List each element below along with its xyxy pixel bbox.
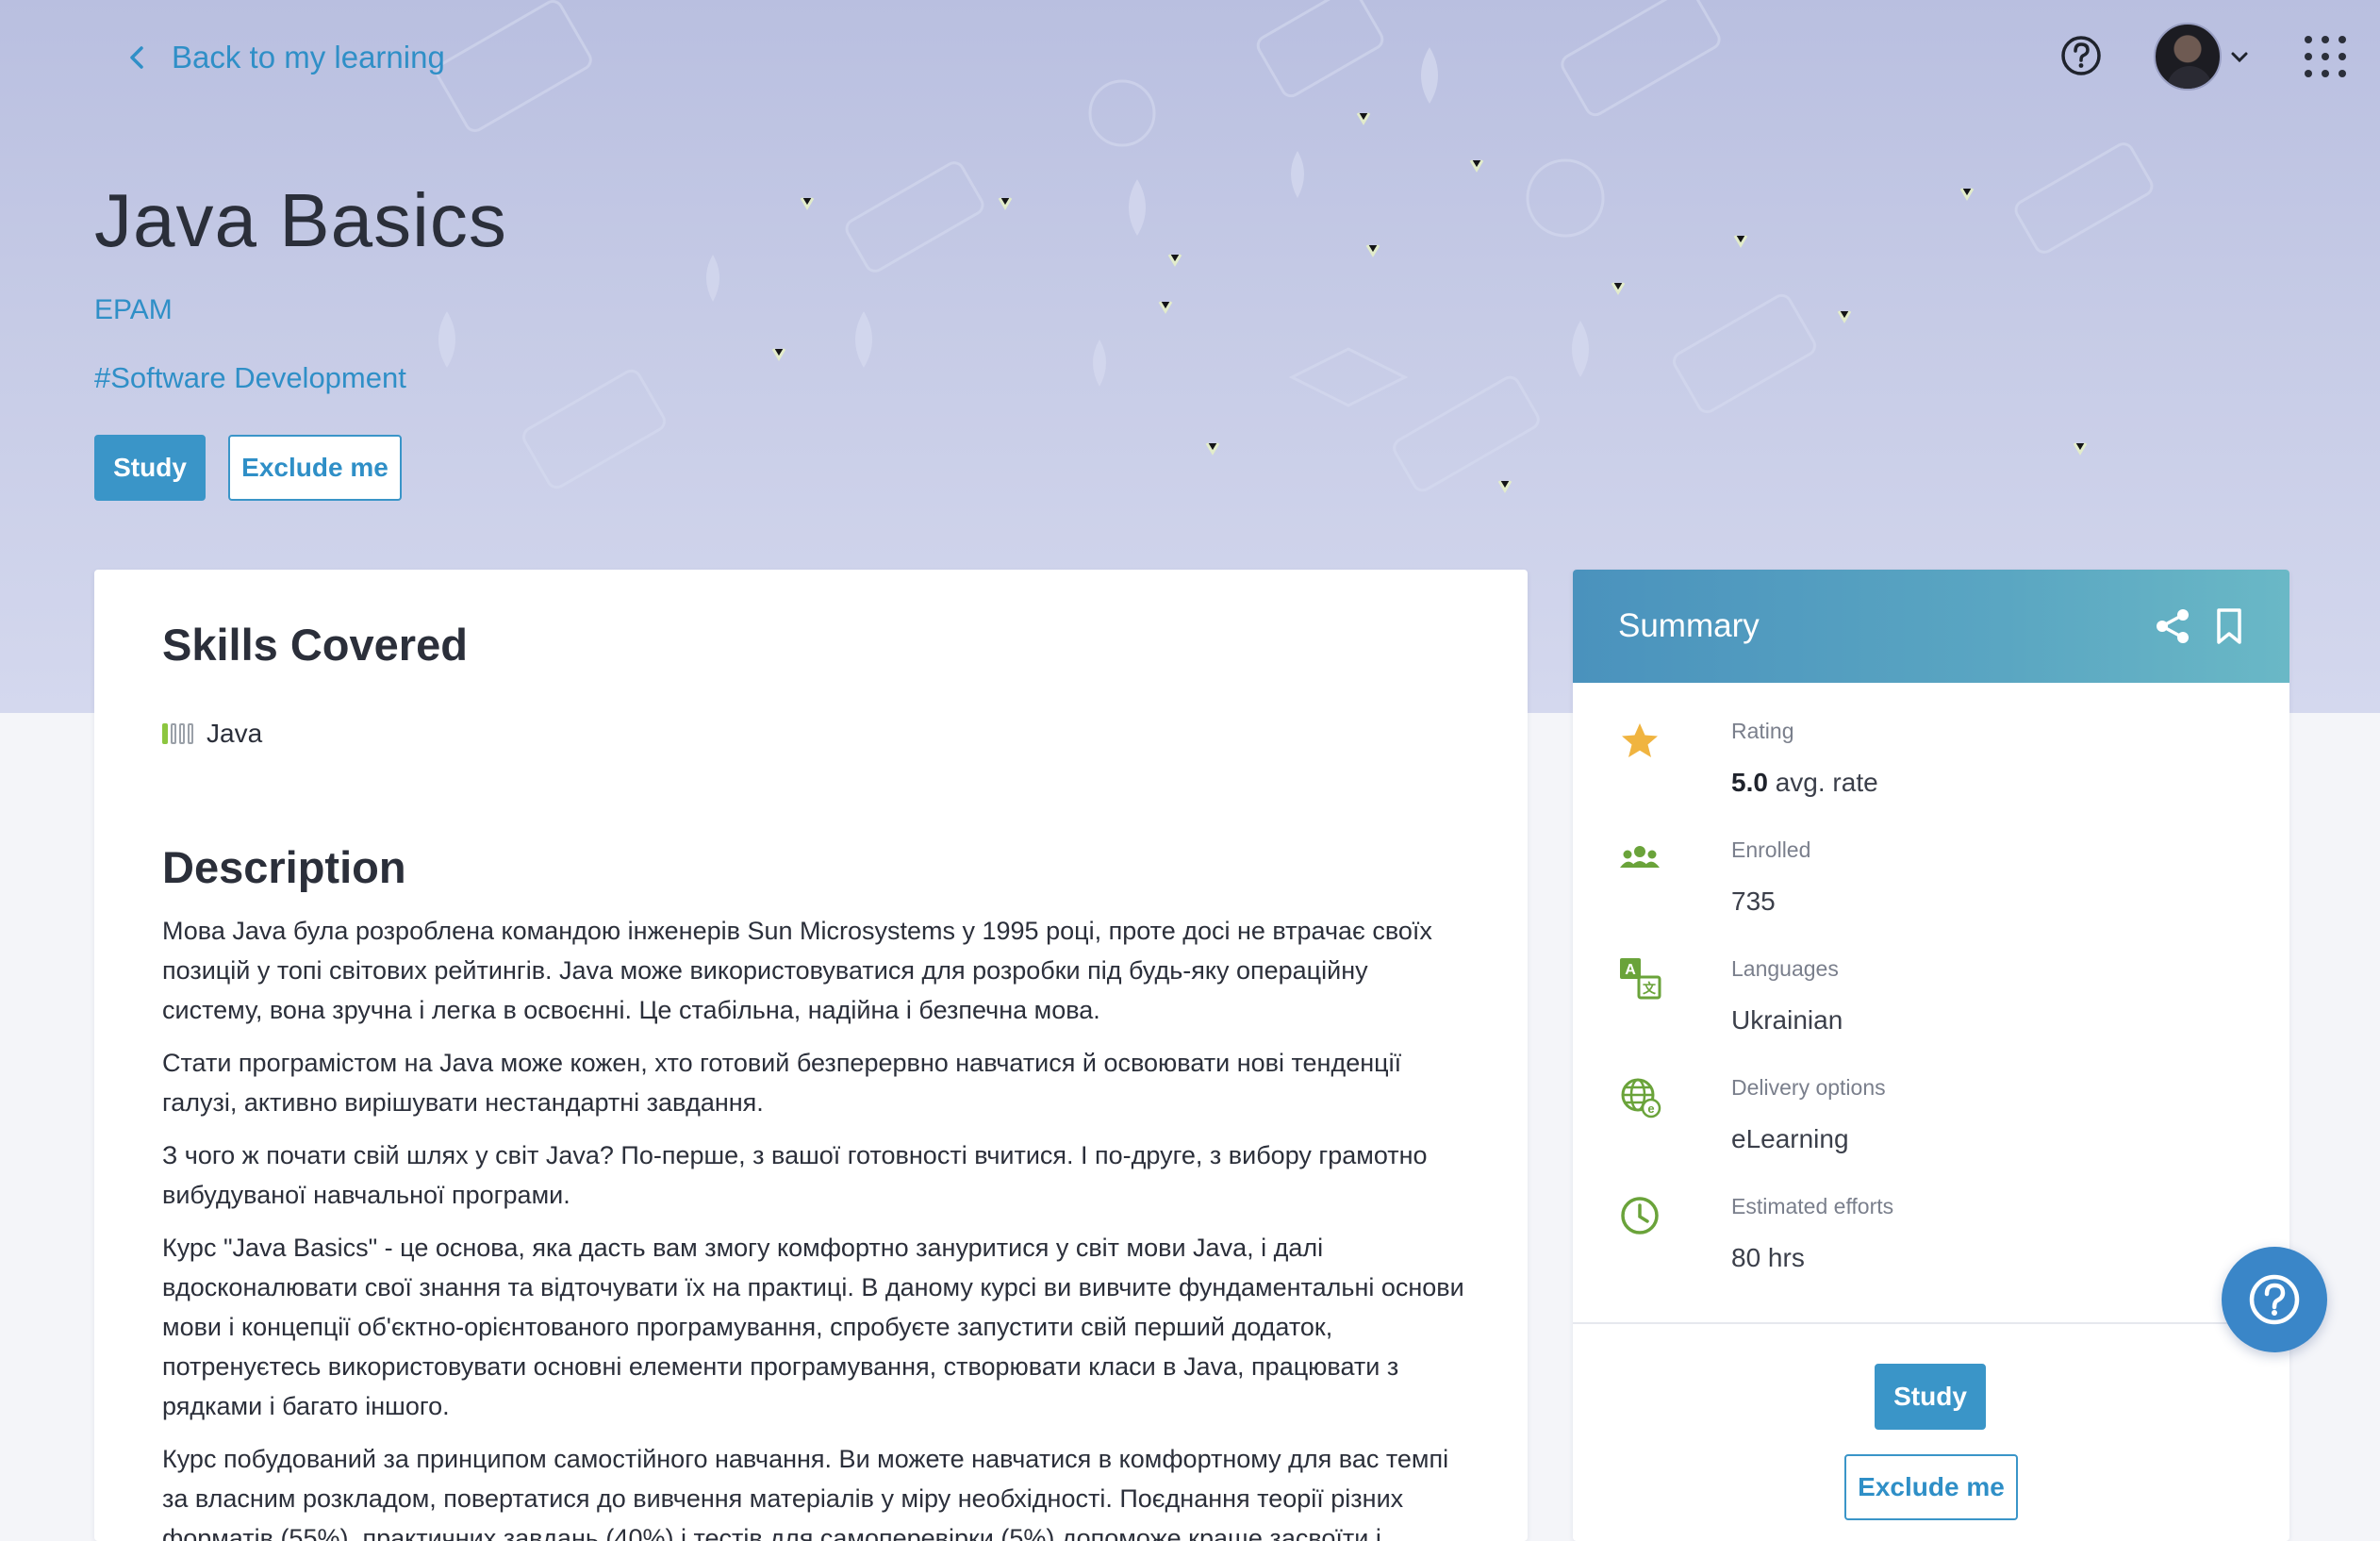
summary-delivery: e Delivery options eLearning bbox=[1618, 1075, 2240, 1179]
delivery-value: eLearning bbox=[1731, 1124, 1849, 1153]
description-paragraph: Мова Java була розроблена командою інжен… bbox=[162, 917, 1432, 1024]
summary-divider bbox=[1573, 1322, 2289, 1324]
clock-icon bbox=[1621, 1197, 1659, 1234]
skill-name: Java bbox=[207, 719, 263, 748]
delivery-label: Delivery options bbox=[1731, 1075, 1886, 1100]
course-title: Java Basics bbox=[94, 178, 507, 262]
summary-exclude-me-button[interactable]: Exclude me bbox=[1844, 1454, 2018, 1520]
help-question-icon[interactable] bbox=[2059, 34, 2103, 77]
summary-efforts: Estimated efforts 80 hrs bbox=[1618, 1194, 2240, 1298]
rating-suffix: avg. rate bbox=[1775, 768, 1878, 797]
help-chat-button[interactable] bbox=[2222, 1247, 2327, 1352]
description-body: Мова Java була розроблена командою інжен… bbox=[162, 911, 1473, 1541]
description-heading: Description bbox=[162, 842, 406, 892]
description-paragraph: Стати програмістом на Java може кожен, х… bbox=[162, 1049, 1402, 1117]
question-circle-icon bbox=[2249, 1274, 2300, 1325]
skill-item: Java bbox=[162, 719, 262, 749]
share-icon[interactable] bbox=[2154, 607, 2191, 645]
apps-grid-icon[interactable] bbox=[2305, 36, 2346, 77]
skill-level-indicator bbox=[162, 723, 193, 744]
course-details-card: Skills Covered Java Description Мова Jav… bbox=[94, 570, 1528, 1541]
chevron-down-icon bbox=[2231, 52, 2248, 63]
user-menu[interactable] bbox=[2154, 23, 2250, 91]
back-to-my-learning-link[interactable]: Back to my learning bbox=[124, 34, 445, 81]
summary-languages: A 文 Languages Ukrainian bbox=[1618, 956, 2240, 1060]
avatar bbox=[2154, 23, 2222, 91]
star-icon bbox=[1622, 723, 1658, 757]
efforts-value: 80 hrs bbox=[1731, 1243, 1805, 1272]
people-icon bbox=[1620, 846, 1660, 868]
enrolled-label: Enrolled bbox=[1731, 837, 1811, 862]
summary-title: Summary bbox=[1618, 607, 1760, 644]
bookmark-icon[interactable] bbox=[2214, 607, 2244, 645]
course-tag-link[interactable]: #Software Development bbox=[94, 361, 406, 395]
efforts-label: Estimated efforts bbox=[1731, 1194, 1894, 1218]
skills-covered-heading: Skills Covered bbox=[162, 620, 468, 670]
globe-icon: e bbox=[1621, 1078, 1661, 1118]
svg-text:文: 文 bbox=[1643, 981, 1657, 996]
languages-label: Languages bbox=[1731, 956, 1839, 981]
back-link-label: Back to my learning bbox=[172, 40, 445, 75]
summary-study-button[interactable]: Study bbox=[1875, 1364, 1986, 1430]
chevron-left-icon bbox=[130, 46, 143, 69]
summary-enrolled: Enrolled 735 bbox=[1618, 837, 2240, 941]
summary-header: Summary bbox=[1573, 570, 2289, 683]
description-paragraph: Курс побудований за принципом самостійно… bbox=[162, 1445, 1449, 1541]
enrolled-value: 735 bbox=[1731, 886, 1776, 916]
exclude-me-button[interactable]: Exclude me bbox=[228, 435, 402, 501]
study-button[interactable]: Study bbox=[94, 435, 206, 501]
rating-value: 5.0 bbox=[1731, 768, 1768, 797]
summary-card: Summary Rating 5.0 avg. rate Enrolled 73… bbox=[1573, 570, 2289, 1541]
svg-text:e: e bbox=[1647, 1102, 1654, 1116]
translate-icon: A 文 bbox=[1620, 958, 1661, 1000]
summary-rating: Rating 5.0 avg. rate bbox=[1618, 719, 2240, 822]
svg-text:A: A bbox=[1625, 962, 1636, 978]
course-provider-link[interactable]: EPAM bbox=[94, 294, 173, 326]
description-paragraph: З чого ж почати свій шлях у світ Java? П… bbox=[162, 1141, 1428, 1209]
rating-label: Rating bbox=[1731, 719, 1794, 743]
description-paragraph: Курс "Java Basics" - це основа, яка даст… bbox=[162, 1234, 1464, 1420]
rating-value-line: 5.0 avg. rate bbox=[1731, 768, 1878, 798]
languages-value: Ukrainian bbox=[1731, 1005, 1843, 1035]
